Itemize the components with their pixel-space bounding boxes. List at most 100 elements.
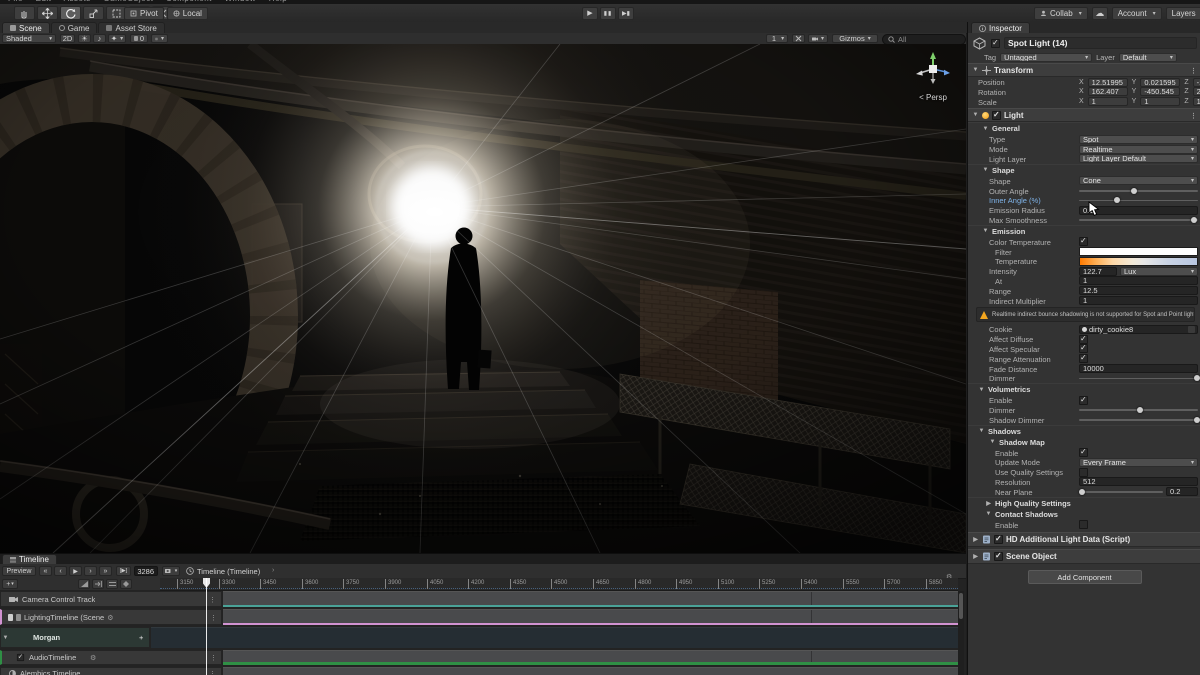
scrollbar-thumb[interactable] — [959, 593, 963, 619]
add-component-button[interactable]: Add Component — [1028, 570, 1142, 584]
dimmer-slider[interactable] — [1079, 374, 1198, 383]
high-quality-settings-header[interactable]: High Quality Settings — [968, 497, 1200, 509]
scene-object-header[interactable]: Scene Object — [968, 549, 1200, 564]
shadow-map-enable-checkbox[interactable] — [1079, 448, 1088, 457]
shadow-dimmer-slider[interactable] — [1079, 415, 1198, 424]
volumetrics-section-header[interactable]: Volumetrics — [968, 383, 1200, 395]
emission-section-header[interactable]: Emission — [968, 225, 1200, 237]
track-header-lighting-timeline[interactable]: LightingTimeline (Scene — [0, 609, 222, 625]
preview-toggle[interactable]: Preview — [2, 566, 36, 576]
rotate-tool-button[interactable] — [60, 6, 81, 20]
track-gear-icon[interactable] — [90, 653, 96, 662]
intensity-field[interactable]: 122.7 — [1079, 267, 1117, 276]
move-tool-button[interactable] — [37, 6, 58, 20]
collab-dropdown[interactable]: Collab — [1034, 7, 1088, 20]
hidden-objects-count[interactable]: 0 — [130, 34, 148, 43]
account-dropdown[interactable]: Account — [1112, 7, 1162, 20]
rotation-y-field[interactable]: -450.545 — [1140, 87, 1180, 96]
frame-field[interactable]: 3286 — [134, 566, 158, 576]
indirect-multiplier-field[interactable]: 1 — [1079, 296, 1198, 305]
edit-mode-camera-button[interactable]: ▾ — [162, 566, 180, 576]
shadow-map-section-header[interactable]: Shadow Map — [968, 437, 1200, 448]
gameobject-name[interactable]: Spot Light (14) — [1004, 37, 1197, 49]
shape-section-header[interactable]: Shape — [968, 164, 1200, 176]
camera-dropdown[interactable] — [808, 34, 828, 43]
pivot-toggle[interactable]: Pivot — [124, 7, 164, 20]
use-quality-settings-checkbox[interactable] — [1079, 468, 1088, 477]
editor-tools-button[interactable] — [792, 34, 805, 43]
layer-dropdown[interactable]: Default — [1119, 53, 1177, 62]
fade-distance-field[interactable]: 10000 — [1079, 364, 1198, 373]
filter-color-field[interactable] — [1079, 247, 1198, 256]
hd-additional-light-data-header[interactable]: HD Additional Light Data (Script) — [968, 532, 1200, 547]
intensity-unit-dropdown[interactable]: Lux — [1120, 267, 1198, 276]
transform-component-header[interactable]: Transform — [968, 63, 1200, 77]
add-subtrack-button[interactable]: + — [139, 633, 143, 642]
step-button[interactable] — [618, 7, 634, 20]
cloud-button[interactable]: ☁ — [1092, 7, 1108, 20]
play-button[interactable] — [582, 7, 598, 20]
extrapolation-button[interactable] — [106, 579, 118, 589]
tag-dropdown[interactable]: Untagged — [1000, 53, 1092, 62]
rotation-z-field[interactable]: 247. — [1193, 87, 1200, 96]
contact-shadows-header[interactable]: Contact Shadows — [968, 509, 1200, 520]
affect-specular-checkbox[interactable] — [1079, 344, 1088, 353]
near-plane-field[interactable]: 0.2 — [1166, 487, 1198, 496]
pause-button[interactable] — [600, 7, 616, 20]
shape-dropdown[interactable]: Cone — [1079, 176, 1198, 185]
track-menu-icon[interactable] — [209, 669, 216, 675]
scale-z-field[interactable]: 1 — [1193, 97, 1200, 106]
hd-data-enabled-checkbox[interactable] — [994, 535, 1003, 544]
scale-x-field[interactable]: 1 — [1088, 97, 1128, 106]
grid-dropdown[interactable] — [151, 34, 168, 43]
tab-asset-store[interactable]: Asset Store — [98, 22, 164, 33]
foldout-icon[interactable] — [972, 553, 979, 560]
update-mode-dropdown[interactable]: Every Frame — [1079, 458, 1198, 467]
perspective-label[interactable]: < Persp — [910, 93, 956, 102]
tab-timeline[interactable]: Timeline — [2, 554, 57, 564]
clip-camera-control[interactable] — [223, 591, 958, 607]
general-section-header[interactable]: General — [968, 122, 1200, 134]
volumetrics-enable-checkbox[interactable] — [1079, 396, 1088, 405]
range-attenuation-checkbox[interactable] — [1079, 354, 1088, 363]
curves-view-button[interactable] — [78, 579, 90, 589]
resolution-field[interactable]: 512 — [1079, 477, 1198, 486]
range-field[interactable]: 12.5 — [1079, 286, 1198, 295]
timeline-ruler[interactable]: 3150 3300 3450 3600 3750 3900 4050 4200 … — [160, 578, 958, 591]
timeline-asset-breadcrumb[interactable]: Timeline (Timeline) — [197, 567, 260, 576]
hand-tool-button[interactable] — [14, 6, 35, 20]
camera-count-dropdown[interactable]: 1 — [766, 34, 788, 43]
local-toggle[interactable]: Local — [167, 7, 208, 20]
component-menu-icon[interactable] — [1190, 66, 1200, 75]
goto-end-button[interactable] — [99, 566, 112, 576]
scale-y-field[interactable]: 1 — [1140, 97, 1180, 106]
track-gear-icon[interactable] — [107, 613, 113, 622]
tab-game[interactable]: Game — [51, 22, 98, 33]
scene-audio-toggle[interactable]: ♪ — [93, 34, 106, 43]
timeline-vscrollbar[interactable] — [958, 591, 964, 675]
active-checkbox[interactable] — [991, 39, 1000, 48]
volumetrics-dimmer-slider[interactable] — [1079, 405, 1198, 414]
foldout-icon[interactable] — [972, 112, 979, 118]
near-plane-slider[interactable] — [1079, 487, 1163, 496]
track-header-camera-control[interactable]: Camera Control Track — [0, 591, 222, 607]
previous-frame-button[interactable] — [54, 566, 67, 576]
shadows-section-header[interactable]: Shadows — [968, 425, 1200, 437]
timeline-play-button[interactable] — [69, 566, 82, 576]
clip-audio-timeline[interactable] — [223, 650, 958, 665]
clip-alembics-timeline[interactable] — [223, 667, 958, 675]
component-menu-icon[interactable] — [1190, 111, 1200, 120]
track-menu-icon[interactable] — [209, 595, 216, 604]
goto-start-button[interactable] — [39, 566, 52, 576]
foldout-icon[interactable] — [972, 67, 979, 73]
light-mode-dropdown[interactable]: Realtime — [1079, 145, 1198, 154]
light-component-header[interactable]: Light — [968, 108, 1200, 122]
add-track-button[interactable]: +▾ — [2, 579, 18, 589]
track-group-morgan[interactable]: Morgan + — [0, 627, 150, 648]
scale-tool-button[interactable] — [83, 6, 104, 20]
effects-dropdown[interactable]: ✦ — [108, 34, 126, 43]
clip-lighting-timeline[interactable] — [223, 609, 958, 625]
position-x-field[interactable]: 12.51995 — [1088, 78, 1128, 87]
position-z-field[interactable]: -19.8 — [1193, 78, 1200, 87]
insert-clip-button[interactable] — [92, 579, 104, 589]
